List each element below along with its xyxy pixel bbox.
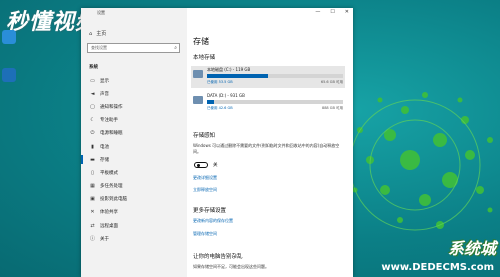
sidebar-item[interactable]: ▦ 多任务处理 xyxy=(81,180,187,193)
drive-used: 已使用 42.6 GB xyxy=(207,106,233,110)
close-button[interactable]: ✕ xyxy=(345,9,349,15)
focus-icon: ☾ xyxy=(90,117,95,124)
sidebar-item-label: 存储 xyxy=(100,157,109,163)
battery-icon: ▮ xyxy=(91,143,94,150)
declutter-description: 如果存储空间不足，可能会出现这些问题。 xyxy=(193,264,269,269)
remote-icon: ⇄ xyxy=(90,222,95,229)
watermark-url: www.DEDECMS.com xyxy=(381,262,494,273)
sidebar-item[interactable]: ◄ 声音 xyxy=(81,87,187,100)
sidebar-item-label: 投影到此电脑 xyxy=(100,197,127,203)
sidebar-item-label: 电池 xyxy=(100,144,109,150)
search-input[interactable]: 查找设置 ⌕ xyxy=(87,43,180,53)
drive-name: DATA (D:) - 931 GB xyxy=(207,93,245,98)
search-icon: ⌕ xyxy=(174,45,177,51)
share-icon: ✕ xyxy=(90,209,95,216)
sidebar-item[interactable]: ▭ 显示 xyxy=(81,74,187,87)
drive-icon xyxy=(193,96,203,104)
more-settings-heading: 更多存储设置 xyxy=(193,208,227,214)
drive-d[interactable]: DATA (D:) - 931 GB 已使用 42.6 GB 888 GB 可用 xyxy=(191,92,345,114)
manage-storage-spaces-link[interactable]: 管理存储空间 xyxy=(193,231,217,237)
sidebar-item[interactable]: ▢ 通知和操作 xyxy=(81,100,187,113)
local-storage-heading: 本地存储 xyxy=(193,55,216,61)
sidebar-item-label: 显示 xyxy=(100,78,109,84)
window-title: 设置 xyxy=(97,10,105,15)
change-save-location-link[interactable]: 更改新内容的保存位置 xyxy=(193,218,233,224)
sidebar-item[interactable]: ▬ 存储 xyxy=(81,153,187,166)
drive-free: 65.6 GB 可用 xyxy=(320,80,343,84)
sidebar-item[interactable]: ⓘ 关于 xyxy=(81,232,187,245)
sound-icon: ◄ xyxy=(90,90,95,97)
maximize-button[interactable]: ☐ xyxy=(330,9,334,15)
drive-usage-fill xyxy=(207,100,214,104)
drive-name: 本地磁盘 (C:) - 119 GB xyxy=(207,67,251,72)
configure-storage-sense-link[interactable]: 更改详细设置 xyxy=(193,175,217,181)
drive-usage-bar xyxy=(207,100,343,104)
sidebar-item[interactable]: ⇄ 远程桌面 xyxy=(81,219,187,232)
sidebar-item-label: 声音 xyxy=(100,91,109,97)
sidebar-item[interactable]: ▮ 电池 xyxy=(81,140,187,153)
sidebar-item-label: 远程桌面 xyxy=(100,223,118,229)
search-placeholder: 查找设置 xyxy=(91,45,107,50)
sidebar-item-label: 通知和操作 xyxy=(100,104,123,110)
home-icon: ⌂ xyxy=(89,30,93,37)
settings-window: 设置 ⌂ 主页 查找设置 ⌕ 系统 ▭ 显示 ◄ 声音 ▢ 通知和操作 ☾ 专注助手 ⏻ 电源和睡… xyxy=(81,8,353,277)
sidebar-item-label: 多任务处理 xyxy=(100,184,123,190)
sidebar-item-label: 专注助手 xyxy=(100,118,118,124)
window-controls: — ☐ ✕ xyxy=(315,9,349,15)
drive-usage-fill xyxy=(207,74,269,78)
display-icon: ▭ xyxy=(90,77,95,84)
settings-sidebar: 设置 ⌂ 主页 查找设置 ⌕ 系统 ▭ 显示 ◄ 声音 ▢ 通知和操作 ☾ 专注助手 ⏻ 电源和睡… xyxy=(81,8,187,277)
notification-icon: ▢ xyxy=(90,103,95,110)
sidebar-nav: ▭ 显示 ◄ 声音 ▢ 通知和操作 ☾ 专注助手 ⏻ 电源和睡眠 ▮ 电池 ▬ 存储 ▯ 平板模式 ▦ 多任务处理… xyxy=(81,74,187,245)
drive-icon xyxy=(193,70,203,78)
free-space-now-link[interactable]: 立即释放空间 xyxy=(193,187,217,193)
sidebar-item[interactable]: ▯ 平板模式 xyxy=(81,166,187,179)
sidebar-item-label: 电源和睡眠 xyxy=(100,131,123,137)
storage-icon: ▬ xyxy=(90,156,95,163)
section-label: 系统 xyxy=(89,65,98,70)
power-icon: ⏻ xyxy=(90,130,95,137)
tablet-icon: ▯ xyxy=(91,169,94,176)
sidebar-item-label: 体验共享 xyxy=(100,210,118,216)
storage-sense-description: Windows 可以通过删除不需要的文件(例如临时文件和回收站中的内容)自动释放… xyxy=(193,143,340,154)
toggle-state-label: 关 xyxy=(213,163,218,168)
sidebar-item[interactable]: ☾ 专注助手 xyxy=(81,114,187,127)
watermark-site-logo: 系统城 xyxy=(447,239,496,258)
toggle-knob xyxy=(196,164,200,167)
sidebar-item[interactable]: ▣ 投影到此电脑 xyxy=(81,193,187,206)
drive-free: 888 GB 可用 xyxy=(321,106,343,110)
multitask-icon: ▦ xyxy=(90,183,95,190)
page-title: 存储 xyxy=(193,37,209,46)
info-icon: ⓘ xyxy=(89,236,95,243)
storage-sense-heading: 存储感知 xyxy=(193,133,216,139)
home-link[interactable]: ⌂ 主页 xyxy=(89,30,107,38)
drive-used: 已使用 53.5 GB xyxy=(207,80,233,84)
declutter-heading: 让你的电脑告别杂乱 xyxy=(193,254,243,260)
storage-page: — ☐ ✕ 存储 本地存储 本地磁盘 (C:) - 119 GB 已使用 53.… xyxy=(187,8,353,277)
project-icon: ▣ xyxy=(90,196,95,203)
sidebar-item-label: 关于 xyxy=(100,236,109,242)
drive-usage-bar xyxy=(207,74,343,78)
home-label: 主页 xyxy=(96,31,107,37)
sidebar-item[interactable]: ⏻ 电源和睡眠 xyxy=(81,127,187,140)
storage-sense-toggle[interactable] xyxy=(194,162,208,168)
drive-c[interactable]: 本地磁盘 (C:) - 119 GB 已使用 53.5 GB 65.6 GB 可… xyxy=(191,66,345,88)
desktop-shortcut-icon[interactable] xyxy=(2,30,16,44)
sidebar-item[interactable]: ✕ 体验共享 xyxy=(81,206,187,219)
minimize-button[interactable]: — xyxy=(315,9,320,15)
desktop-shortcut-icon[interactable] xyxy=(2,68,16,82)
sidebar-item-label: 平板模式 xyxy=(100,170,118,176)
